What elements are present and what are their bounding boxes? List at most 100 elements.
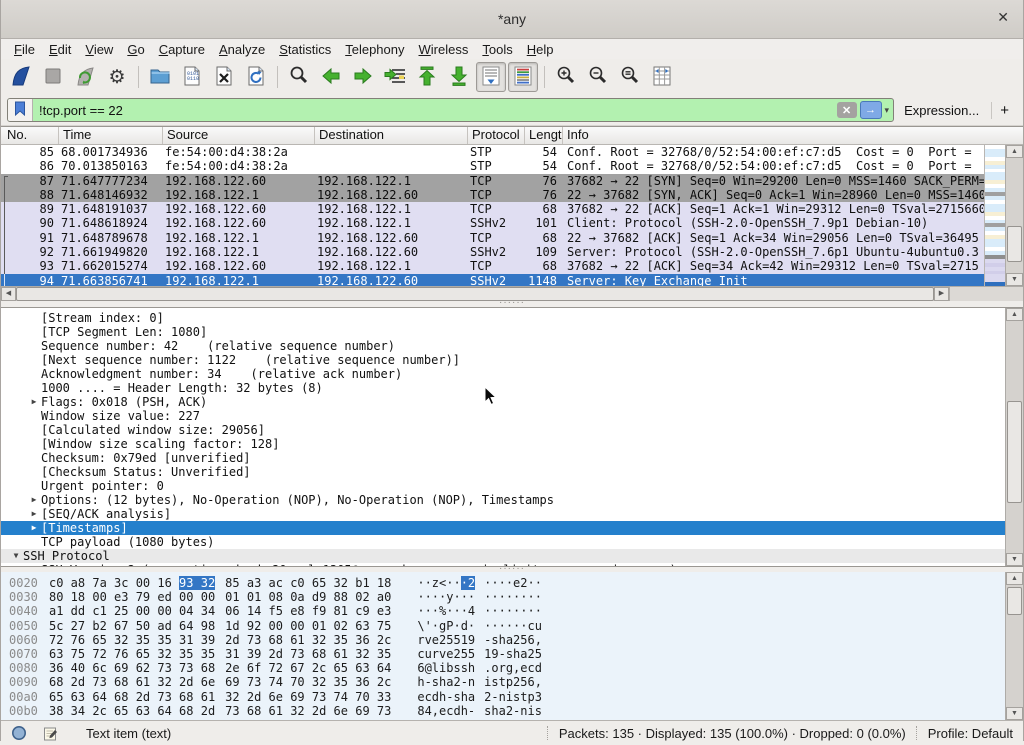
ascii-bytes[interactable]: h-sha2-n (417, 675, 475, 689)
menu-statistics[interactable]: Statistics (272, 41, 338, 58)
detail-line[interactable]: 1000 .... = Header Length: 32 bytes (8) (1, 381, 1005, 395)
hex-bytes[interactable]: 36 40 6c 69 62 73 73 68 (49, 661, 215, 675)
menu-file[interactable]: File (7, 41, 42, 58)
column-header-destination[interactable]: Destination (315, 127, 468, 144)
ascii-bytes[interactable]: 84,ecdh- (417, 704, 475, 718)
scroll-thumb[interactable] (1007, 401, 1022, 503)
ascii-bytes[interactable]: sha2-nis (484, 704, 542, 718)
ascii-bytes[interactable]: ········ (484, 604, 542, 618)
ascii-bytes[interactable]: ··z<···2 (417, 576, 475, 590)
zoom-out-button[interactable] (583, 62, 613, 92)
filter-value[interactable]: !tcp.port == 22 (33, 103, 837, 118)
ascii-bytes[interactable]: 19-sha25 (484, 647, 542, 661)
scroll-down-icon[interactable]: ▼ (1006, 707, 1023, 720)
filter-clear-icon[interactable]: ✕ (837, 102, 857, 118)
close-file-button[interactable] (209, 62, 239, 92)
scroll-up-icon[interactable]: ▲ (1006, 572, 1023, 585)
scroll-down-icon[interactable]: ▼ (1006, 273, 1023, 286)
reload-file-button[interactable] (241, 62, 271, 92)
detail-line[interactable]: Checksum: 0x79ed [unverified] (1, 451, 1005, 465)
packet-row[interactable]: 8568.001734936fe:54:00:d4:38:2aSTP54Conf… (1, 145, 984, 159)
hex-row[interactable]: 00a065 63 64 68 2d 73 68 6132 2d 6e 69 7… (1, 690, 1005, 704)
detail-line[interactable]: [Window size scaling factor: 128] (1, 437, 1005, 451)
hex-bytes[interactable]: 2e 6f 72 67 2c 65 63 64 (225, 661, 391, 675)
detail-line[interactable]: [TCP Segment Len: 1080] (1, 325, 1005, 339)
ascii-bytes[interactable]: ecdh-sha (417, 690, 475, 704)
hex-bytes[interactable]: 65 63 64 68 2d 73 68 61 (49, 690, 215, 704)
menu-analyze[interactable]: Analyze (212, 41, 272, 58)
menu-help[interactable]: Help (520, 41, 561, 58)
hex-bytes[interactable]: 06 14 f5 e8 f9 81 c9 e3 (225, 604, 391, 618)
column-header-no[interactable]: No. (1, 127, 59, 144)
scroll-thumb[interactable] (16, 287, 934, 301)
scroll-up-icon[interactable]: ▲ (1006, 145, 1023, 158)
previous-packet-button[interactable] (316, 62, 346, 92)
ascii-bytes[interactable]: -sha256, (484, 633, 542, 647)
menu-view[interactable]: View (78, 41, 120, 58)
hex-row[interactable]: 007063 75 72 76 65 32 35 3531 39 2d 73 6… (1, 647, 1005, 661)
filter-bookmark-button[interactable] (8, 99, 33, 121)
hex-bytes[interactable]: 1d 92 00 00 01 02 63 75 (225, 619, 391, 633)
detail-line[interactable]: Urgent pointer: 0 (1, 479, 1005, 493)
detail-line[interactable]: ▶Options: (12 bytes), No-Operation (NOP)… (1, 493, 1005, 507)
hex-row[interactable]: 00505c 27 b2 67 50 ad 64 981d 92 00 00 0… (1, 619, 1005, 633)
detail-line[interactable]: Window size value: 227 (1, 409, 1005, 423)
detail-line[interactable]: ▶Flags: 0x018 (PSH, ACK) (1, 395, 1005, 409)
packet-row[interactable]: 8971.648191037192.168.122.60192.168.122.… (1, 202, 984, 216)
scroll-thumb[interactable] (1007, 226, 1022, 262)
hex-bytes[interactable]: 68 2d 73 68 61 32 2d 6e (49, 675, 215, 689)
detail-line[interactable]: Acknowledgment number: 34 (relative ack … (1, 367, 1005, 381)
scroll-down-icon[interactable]: ▼ (1006, 553, 1023, 566)
detail-line[interactable]: Sequence number: 42 (relative sequence n… (1, 339, 1005, 353)
packet-row[interactable]: 9271.661949820192.168.122.1192.168.122.6… (1, 245, 984, 259)
packet-row[interactable]: 9471.663856741192.168.122.1192.168.122.6… (1, 274, 984, 286)
details-vscroll[interactable]: ▲ ▼ (1005, 308, 1023, 566)
profile-status[interactable]: Profile: Default (928, 726, 1013, 741)
ascii-bytes[interactable]: ········ (484, 590, 542, 604)
auto-scroll-button[interactable] (476, 62, 506, 92)
packet-row[interactable]: 8771.647777234192.168.122.60192.168.122.… (1, 174, 984, 188)
packet-row[interactable]: 8670.013850163fe:54:00:d4:38:2aSTP54Conf… (1, 159, 984, 173)
menu-wireless[interactable]: Wireless (412, 41, 476, 58)
hex-row[interactable]: 009068 2d 73 68 61 32 2d 6e69 73 74 70 3… (1, 675, 1005, 689)
zoom-100-button[interactable] (615, 62, 645, 92)
capture-comment-icon[interactable] (43, 726, 58, 741)
hex-row[interactable]: 0040a1 dd c1 25 00 00 04 3406 14 f5 e8 f… (1, 604, 1005, 618)
hex-bytes[interactable]: 80 18 00 e3 79 ed 00 00 (49, 590, 215, 604)
ascii-bytes[interactable]: 2-nistp3 (484, 690, 542, 704)
menu-telephony[interactable]: Telephony (338, 41, 411, 58)
menu-edit[interactable]: Edit (42, 41, 78, 58)
menu-tools[interactable]: Tools (475, 41, 519, 58)
expert-info-icon[interactable] (11, 725, 27, 741)
expander-collapsed-icon[interactable]: ▶ (27, 507, 41, 521)
ascii-bytes[interactable]: 6@libssh (417, 661, 475, 675)
packet-list-vscroll[interactable]: ▲ ▼ (1005, 145, 1023, 286)
expression-button[interactable]: Expression... (894, 103, 989, 118)
hex-bytes[interactable]: 73 68 61 32 2d 6e 69 73 (225, 704, 391, 718)
packet-row[interactable]: 8871.648146932192.168.122.1192.168.122.6… (1, 188, 984, 202)
ascii-bytes[interactable]: \'·gP·d· (417, 619, 475, 633)
detail-line[interactable]: [Checksum Status: Unverified] (1, 465, 1005, 479)
save-file-button[interactable]: 01010110 (177, 62, 207, 92)
detail-line[interactable]: [Calculated window size: 29056] (1, 423, 1005, 437)
next-packet-button[interactable] (348, 62, 378, 92)
hex-bytes[interactable]: c0 a8 7a 3c 00 16 93 32 (49, 576, 215, 590)
ascii-bytes[interactable]: .org,ecd (484, 661, 542, 675)
packet-list-header[interactable]: No.TimeSourceDestinationProtocolLengthIn… (1, 127, 1023, 145)
column-header-source[interactable]: Source (163, 127, 315, 144)
hex-bytes[interactable]: 72 76 65 32 35 35 31 39 (49, 633, 215, 647)
hex-bytes[interactable]: 5c 27 b2 67 50 ad 64 98 (49, 619, 215, 633)
hex-bytes[interactable]: 63 75 72 76 65 32 35 35 (49, 647, 215, 661)
hex-row[interactable]: 003080 18 00 e3 79 ed 00 0001 01 08 0a d… (1, 590, 1005, 604)
last-packet-button[interactable] (444, 62, 474, 92)
menu-capture[interactable]: Capture (152, 41, 212, 58)
expander-collapsed-icon[interactable]: ▶ (27, 521, 41, 535)
ascii-bytes[interactable]: ···%···4 (417, 604, 475, 618)
go-to-packet-button[interactable] (380, 62, 410, 92)
hex-bytes[interactable]: 31 39 2d 73 68 61 32 35 (225, 647, 391, 661)
hex-bytes[interactable]: 32 2d 6e 69 73 74 70 33 (225, 690, 391, 704)
expander-collapsed-icon[interactable]: ▶ (27, 395, 41, 409)
filter-apply-icon[interactable]: → (860, 101, 882, 119)
expander-expanded-icon[interactable]: ▼ (9, 549, 23, 563)
scroll-up-icon[interactable]: ▲ (1006, 308, 1023, 321)
